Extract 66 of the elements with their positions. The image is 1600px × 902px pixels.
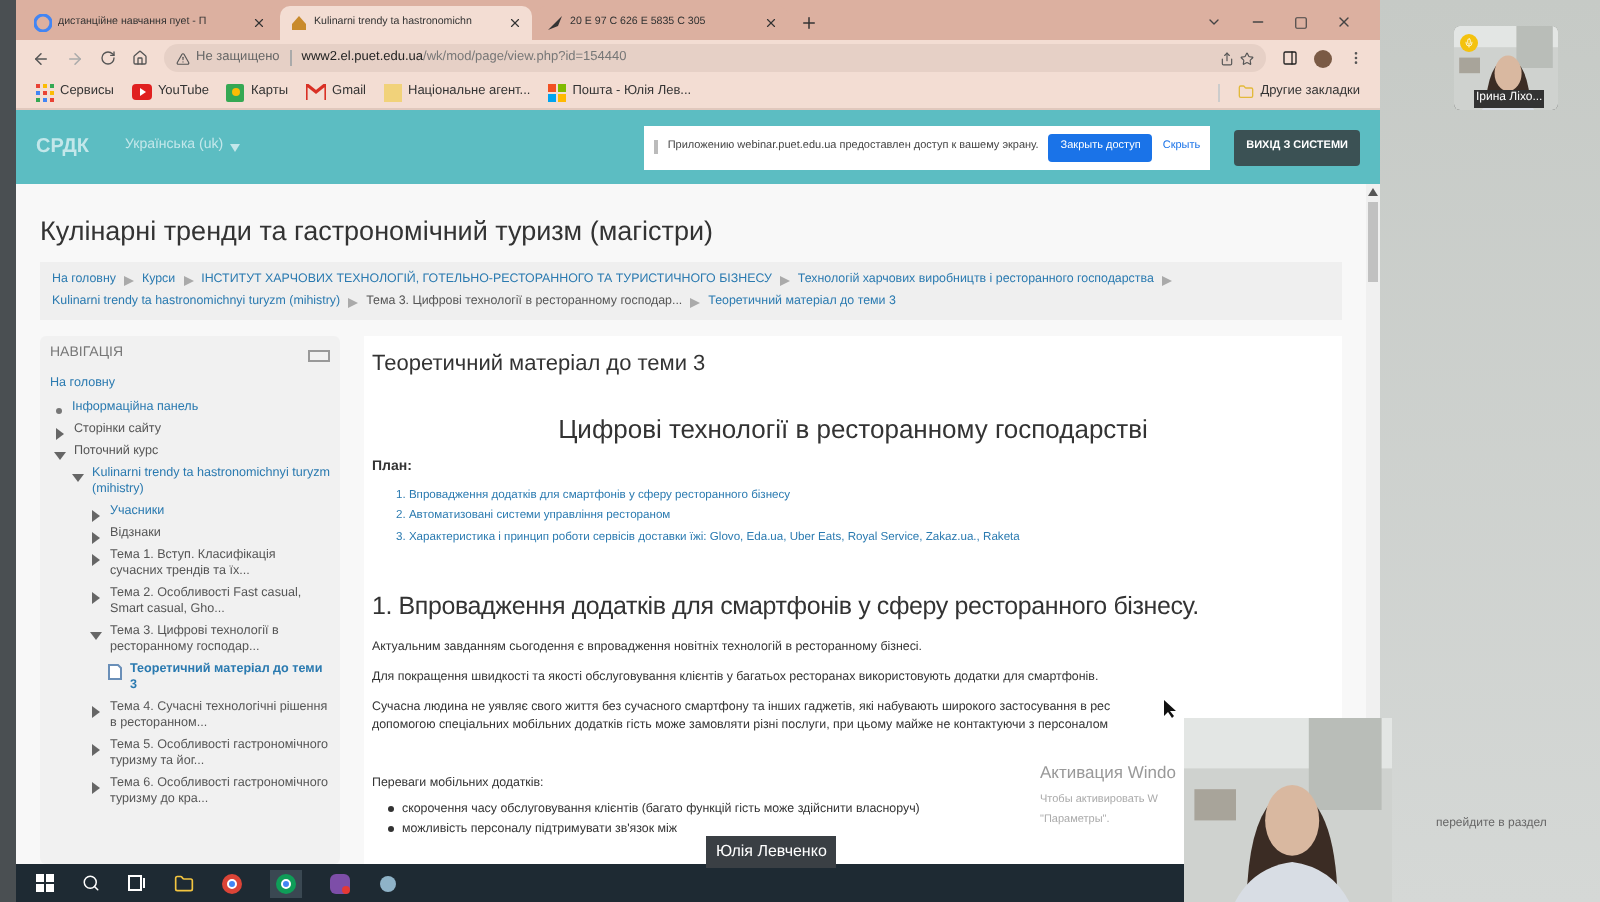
close-icon[interactable] — [252, 16, 266, 30]
separator-icon — [690, 297, 701, 308]
folder-icon — [1238, 84, 1255, 100]
mail-icon — [306, 84, 327, 100]
collapsed-arrow-icon[interactable] — [90, 531, 102, 544]
close-icon[interactable] — [764, 16, 778, 30]
scroll-up-icon[interactable] — [1368, 188, 1378, 196]
bullet-icon — [56, 408, 62, 415]
collapsed-arrow-icon[interactable] — [90, 553, 102, 566]
cursor-icon — [1164, 700, 1176, 718]
reload-icon[interactable] — [100, 50, 116, 66]
hat-icon — [290, 14, 308, 32]
separator-icon — [348, 297, 359, 308]
separator-icon — [183, 275, 194, 286]
share-icon[interactable] — [1220, 51, 1234, 65]
play-icon — [131, 84, 152, 100]
page-title: Кулінарні тренди та гастрономічний туризм (магістри) — [40, 214, 716, 250]
collapsed-arrow-icon[interactable] — [90, 591, 102, 604]
collapsed-arrow-icon[interactable] — [90, 509, 102, 522]
folder-icon[interactable] — [174, 873, 194, 893]
section-title: 1. Впровадження додатків для смартфонів у сферу ресторанного бізнесу. — [372, 589, 1201, 624]
collapsed-arrow-icon[interactable] — [90, 743, 102, 756]
tiles-icon — [548, 83, 567, 101]
warning-icon — [176, 51, 190, 65]
separator-icon — [123, 275, 134, 286]
folder-icon — [384, 83, 402, 101]
feather-icon — [546, 14, 564, 32]
article-title: Цифрові технології в ресторанному господарстві — [556, 411, 1150, 448]
expanded-arrow-icon[interactable] — [72, 471, 84, 484]
browser-icon[interactable] — [222, 873, 242, 893]
pause-icon — [653, 140, 658, 154]
app-icon[interactable] — [378, 873, 398, 893]
active-app[interactable] — [270, 869, 302, 897]
g-logo-icon — [34, 14, 52, 32]
speaker-name-tag: Юлія Левченко — [706, 836, 837, 868]
task-view-icon[interactable] — [128, 874, 146, 892]
expanded-arrow-icon[interactable] — [54, 449, 66, 462]
profile-avatar[interactable] — [1314, 49, 1332, 67]
caret-icon — [229, 143, 240, 151]
side-panel-icon[interactable] — [1282, 50, 1298, 66]
chat-app-icon[interactable] — [330, 873, 350, 893]
tab-search-icon[interactable] — [1206, 14, 1222, 30]
bullet-icon — [388, 826, 394, 833]
activation-title: Активация Windo — [1040, 760, 1176, 786]
maximize-icon[interactable] — [1294, 15, 1308, 29]
collapsed-arrow-icon[interactable] — [90, 781, 102, 794]
home-icon[interactable] — [132, 50, 148, 66]
map-pin-icon — [226, 83, 245, 101]
page-icon — [108, 663, 122, 680]
search-icon[interactable] — [82, 874, 100, 892]
separator-icon — [1161, 275, 1172, 286]
close-icon[interactable] — [1336, 14, 1352, 30]
new-tab-icon[interactable] — [800, 14, 818, 32]
content-heading: Теоретичний матеріал до теми 3 — [372, 350, 708, 381]
close-icon[interactable] — [508, 16, 522, 30]
collapsed-arrow-icon[interactable] — [54, 427, 66, 440]
windows-start-icon[interactable] — [36, 874, 54, 892]
apps-icon — [36, 83, 54, 101]
browser-icon — [276, 873, 296, 893]
back-icon[interactable] — [32, 49, 50, 67]
scroll-thumb[interactable] — [1368, 202, 1378, 282]
bookmark-star-icon[interactable] — [1240, 51, 1254, 65]
collapsed-arrow-icon[interactable] — [90, 705, 102, 718]
separator-icon — [779, 275, 790, 286]
bullet-icon — [388, 806, 394, 812]
expanded-arrow-icon[interactable] — [90, 629, 102, 642]
